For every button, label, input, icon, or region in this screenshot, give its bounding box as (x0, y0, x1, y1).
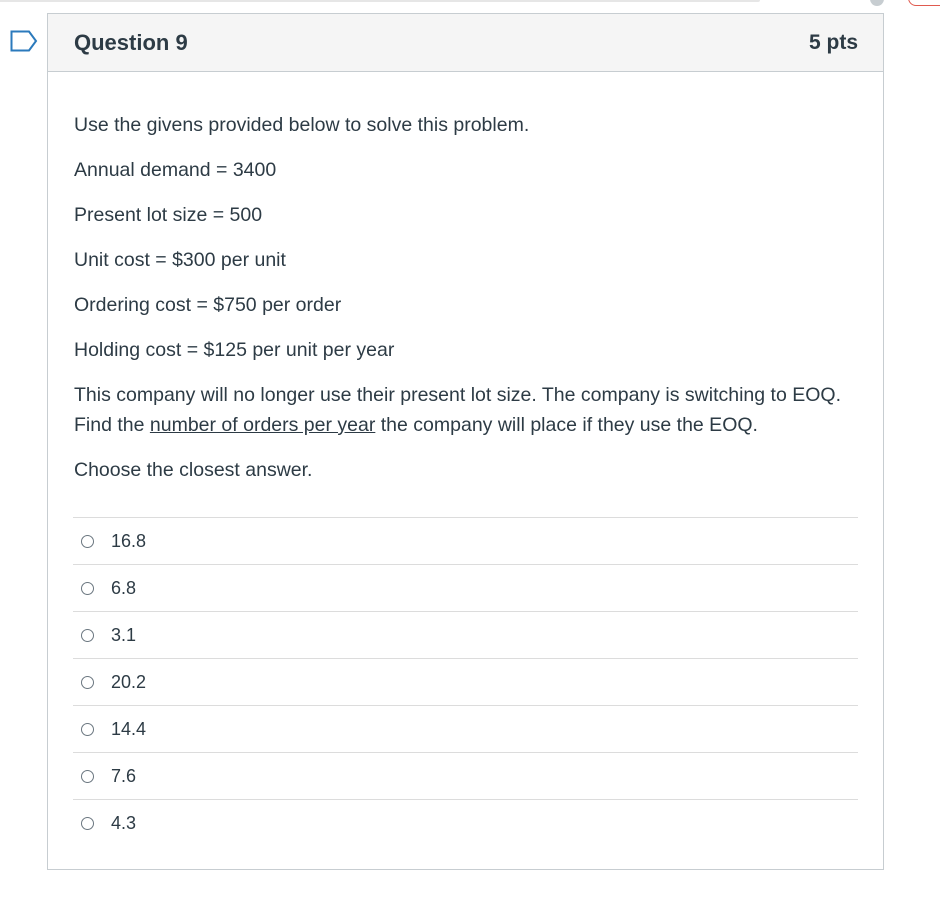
answer-option[interactable]: 7.6 (73, 753, 858, 800)
answer-label: 3.1 (111, 624, 137, 645)
answer-label: 6.8 (111, 577, 137, 598)
answer-option[interactable]: 14.4 (73, 706, 858, 753)
radio-unchecked-icon[interactable] (81, 675, 94, 689)
radio-unchecked-icon[interactable] (81, 628, 94, 642)
intro-text: Use the givens provided below to solve t… (74, 114, 530, 136)
answer-option[interactable]: 6.8 (73, 565, 858, 612)
closing-text: Choose the closest answer. (74, 459, 313, 481)
toolbar-divider (0, 0, 760, 2)
radio-unchecked-icon[interactable] (81, 769, 94, 783)
answer-option[interactable]: 3.1 (73, 612, 858, 659)
ordering-cost-text: Ordering cost = $750 per order (74, 294, 342, 316)
unit-cost-text: Unit cost = $300 per unit (74, 249, 286, 271)
question-header: Question 9 5 pts (48, 14, 883, 72)
top-toolbar-edge (0, 0, 940, 10)
answer-label: 4.3 (111, 813, 137, 833)
radio-unchecked-icon[interactable] (81, 534, 94, 548)
toolbar-alert-button[interactable] (908, 0, 940, 6)
answer-label: 7.6 (111, 765, 137, 786)
answer-option[interactable]: 4.3 (73, 800, 858, 847)
answer-option[interactable]: 16.8 (73, 518, 858, 565)
answer-label: 14.4 (111, 718, 147, 739)
question-card: Question 9 5 pts Use the givens provided… (47, 13, 884, 870)
prompt-text: This company will no longer use their pr… (74, 380, 858, 440)
holding-cost-text: Holding cost = $125 per unit per year (74, 339, 395, 361)
question-text: Use the givens provided below to solve t… (48, 72, 883, 485)
toolbar-status-icon (870, 0, 884, 6)
answer-list: 16.8 6.8 3.1 20.2 14.4 7.6 4.3 (73, 517, 858, 847)
radio-unchecked-icon[interactable] (81, 817, 94, 830)
lot-size-text: Present lot size = 500 (74, 204, 263, 226)
answer-label: 16.8 (111, 530, 147, 551)
question-points: 5 pts (808, 30, 858, 54)
radio-unchecked-icon[interactable] (81, 722, 94, 736)
answer-label: 20.2 (111, 671, 147, 692)
annual-demand-text: Annual demand = 3400 (74, 159, 277, 181)
answer-option[interactable]: 20.2 (73, 659, 858, 706)
prompt-underlined: number of orders per year (149, 414, 376, 436)
flag-question-icon[interactable] (10, 30, 38, 52)
prompt-part2: the company will place if they use the E… (375, 414, 758, 436)
radio-unchecked-icon[interactable] (81, 581, 94, 595)
question-title: Question 9 (74, 29, 188, 55)
